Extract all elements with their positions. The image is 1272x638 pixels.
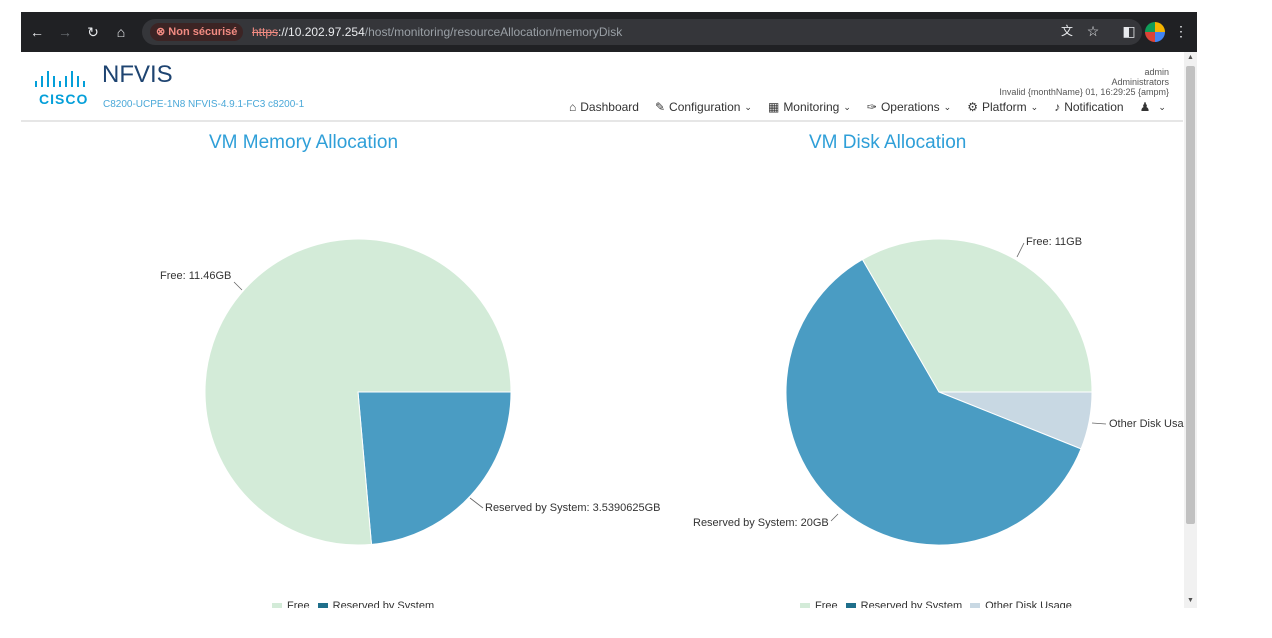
url-text[interactable]: https://10.202.97.254/host/monitoring/re… bbox=[252, 19, 622, 45]
legend-label: Reserved by System bbox=[332, 600, 435, 608]
page-scrollbar[interactable]: ▲ ▼ bbox=[1184, 52, 1197, 608]
legend-label: Other Disk Usage bbox=[985, 600, 1072, 608]
legend-swatch bbox=[317, 603, 328, 608]
profile-avatar[interactable] bbox=[1145, 22, 1165, 42]
url-path: /host/monitoring/resourceAllocation/memo… bbox=[364, 25, 623, 39]
sidepanel-icon[interactable]: ◧ bbox=[1119, 21, 1139, 41]
legend-label: Free bbox=[287, 600, 310, 608]
memory-reserved-leader bbox=[469, 497, 484, 509]
legend-label: Free bbox=[815, 600, 838, 608]
star-icon[interactable]: ☆ bbox=[1083, 21, 1103, 41]
memory-free-label: Free: 11.46GB bbox=[160, 270, 232, 282]
address-bar[interactable]: ⊗ Non sécurisé https://10.202.97.254/hos… bbox=[142, 19, 1142, 45]
memory-legend: Free Reserved by System bbox=[272, 600, 434, 608]
memory-slice-reserved-by-system[interactable] bbox=[357, 391, 512, 545]
disk-reserved-label: Reserved by System: 20GB bbox=[693, 517, 829, 529]
legend-item-reserved[interactable]: Reserved by System bbox=[317, 600, 435, 608]
scroll-up-icon[interactable]: ▲ bbox=[1186, 53, 1195, 63]
legend-item-free[interactable]: Free bbox=[800, 600, 838, 608]
page-content: CISCO NFVIS C8200-UCPE-1N8 NFVIS-4.9.1-F… bbox=[21, 52, 1197, 608]
translate-icon[interactable]: 文 bbox=[1057, 21, 1077, 41]
url-host: ://10.202.97.254 bbox=[278, 25, 365, 39]
scroll-thumb[interactable] bbox=[1186, 66, 1195, 524]
disk-free-label: Free: 11GB bbox=[1026, 236, 1083, 248]
pie-charts bbox=[204, 238, 1107, 546]
disk-other-leader bbox=[1091, 422, 1107, 425]
warning-icon: ⊗ bbox=[156, 26, 169, 38]
legend-label: Reserved by System bbox=[860, 600, 963, 608]
memory-reserved-label: Reserved by System: 3.5390625GB bbox=[485, 502, 661, 514]
security-badge[interactable]: ⊗ Non sécurisé bbox=[150, 23, 244, 41]
security-label: Non sécurisé bbox=[168, 26, 238, 38]
home-icon[interactable]: ⌂ bbox=[111, 22, 131, 42]
legend-swatch bbox=[970, 603, 981, 608]
kebab-menu-icon[interactable]: ⋮ bbox=[1171, 21, 1191, 41]
scroll-down-icon[interactable]: ▼ bbox=[1186, 596, 1195, 606]
url-scheme: https bbox=[252, 25, 279, 39]
legend-swatch bbox=[272, 603, 282, 608]
legend-swatch bbox=[800, 603, 810, 608]
legend-swatch bbox=[845, 603, 856, 608]
forward-icon[interactable]: → bbox=[55, 22, 75, 42]
back-icon[interactable]: ← bbox=[27, 22, 47, 42]
legend-item-other[interactable]: Other Disk Usage bbox=[970, 600, 1072, 608]
disk-legend: Free Reserved by System Other Disk Usage bbox=[800, 600, 1072, 608]
reload-icon[interactable]: ↻ bbox=[83, 22, 103, 42]
browser-toolbar: ← → ↻ ⌂ ⊗ Non sécurisé https://10.202.97… bbox=[21, 12, 1197, 52]
disk-free-leader bbox=[1016, 242, 1025, 258]
disk-other-label: Other Disk Usag bbox=[1109, 418, 1190, 430]
memory-free-leader bbox=[233, 281, 243, 291]
disk-reserved-leader bbox=[830, 513, 839, 522]
legend-item-free[interactable]: Free bbox=[272, 600, 310, 608]
legend-item-reserved[interactable]: Reserved by System bbox=[845, 600, 963, 608]
